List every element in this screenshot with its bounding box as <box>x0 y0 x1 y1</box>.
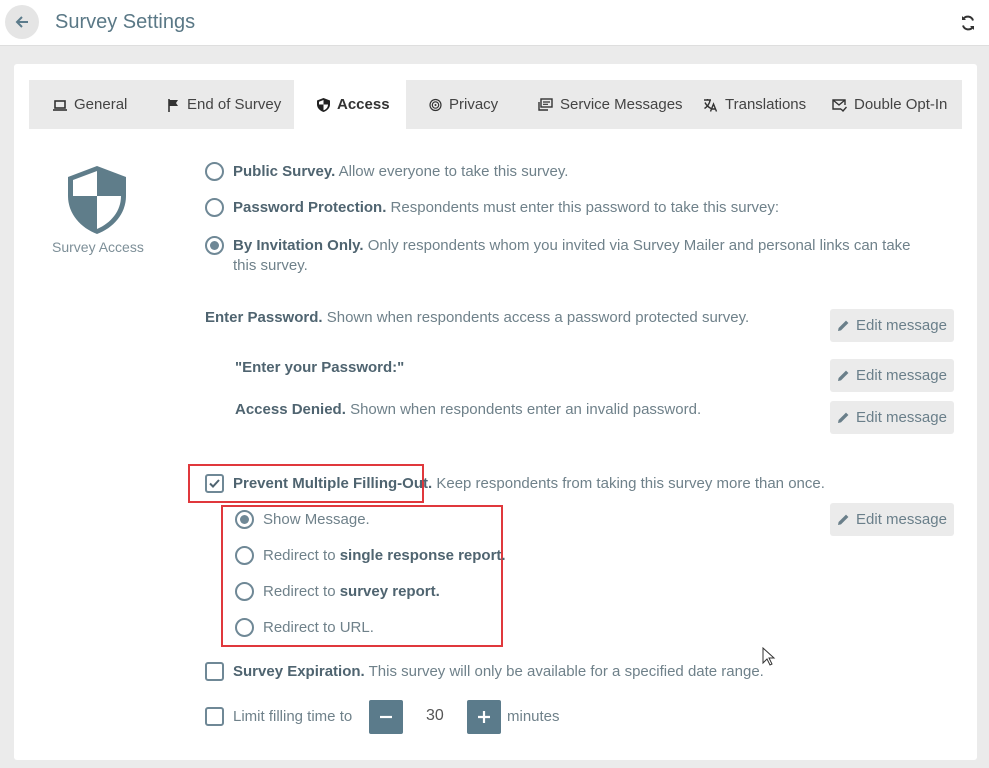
option-title: By Invitation Only. <box>233 237 364 254</box>
tab-label: General <box>74 96 128 113</box>
redirect-url-radio[interactable] <box>235 618 254 637</box>
edit-enter-password-message-button[interactable]: Edit message <box>830 309 954 342</box>
section-label: Survey Access <box>52 239 144 255</box>
option-desc: This survey will only be available for a… <box>368 663 764 680</box>
invitation-only-radio[interactable] <box>205 236 224 255</box>
public-survey-radio[interactable] <box>205 162 224 181</box>
page-title: Survey Settings <box>55 11 196 33</box>
message-icon <box>538 97 553 111</box>
edit-prevent-multiple-message-button[interactable]: Edit message <box>830 503 954 536</box>
message-desc: Shown when respondents enter an invalid … <box>350 401 702 418</box>
tab-label: Service Messages <box>560 96 683 113</box>
tab-general[interactable]: General <box>53 80 127 129</box>
pencil-icon <box>838 320 849 331</box>
shield-icon <box>317 97 330 112</box>
increment-button[interactable] <box>467 700 501 734</box>
prevent-multiple-option: Prevent Multiple Filling-Out. Keep respo… <box>233 474 825 494</box>
decrement-button[interactable] <box>369 700 403 734</box>
survey-expiration-checkbox[interactable] <box>205 662 224 681</box>
laptop-icon <box>53 99 67 111</box>
refresh-button[interactable] <box>956 11 980 35</box>
prevent-multiple-checkbox[interactable] <box>205 474 224 493</box>
mouse-cursor-icon <box>762 647 776 666</box>
button-label: Edit message <box>856 367 947 384</box>
access-denied-message: Access Denied. Shown when respondents en… <box>235 400 701 420</box>
refresh-icon <box>962 15 974 31</box>
translate-icon <box>704 98 718 112</box>
button-label: Edit message <box>856 317 947 334</box>
tab-double-opt-in[interactable]: Double Opt-In <box>832 80 947 129</box>
plus-icon <box>478 711 490 723</box>
invitation-only-option: By Invitation Only. Only respondents who… <box>233 236 933 276</box>
single-report-option: Redirect to single response report. <box>263 546 506 566</box>
tab-label: Double Opt-In <box>854 96 948 113</box>
option-prefix: Redirect to <box>263 547 336 564</box>
option-title: Password Protection. <box>233 199 387 216</box>
option-desc: Keep respondents from taking this survey… <box>436 475 825 492</box>
password-prompt-text: "Enter your Password:" <box>235 358 404 378</box>
option-title: Prevent Multiple Filling-Out. <box>233 475 433 492</box>
survey-report-option: Redirect to survey report. <box>263 582 440 602</box>
minus-icon <box>380 715 392 719</box>
fingerprint-icon <box>429 98 442 111</box>
top-bar: Survey Settings <box>0 0 989 46</box>
password-protection-option: Password Protection. Respondents must en… <box>233 198 779 218</box>
enter-password-message: Enter Password. Shown when respondents a… <box>205 308 749 328</box>
edit-access-denied-message-button[interactable]: Edit message <box>830 401 954 434</box>
time-limit-unit: minutes <box>507 708 560 725</box>
tab-label: Access <box>337 96 390 113</box>
message-title: Enter Password. <box>205 309 323 326</box>
button-label: Edit message <box>856 409 947 426</box>
message-desc: Shown when respondents access a password… <box>326 309 750 326</box>
tab-access[interactable]: Access <box>294 80 406 129</box>
survey-expiration-option: Survey Expiration. This survey will only… <box>233 662 764 682</box>
time-limit-label: Limit filling time to <box>233 708 353 725</box>
pencil-icon <box>838 412 849 423</box>
option-target: survey report. <box>339 583 440 600</box>
checkmark-icon <box>209 479 220 488</box>
tab-label: Privacy <box>449 96 499 113</box>
tab-translations[interactable]: Translations <box>703 80 806 129</box>
redirect-url-option: Redirect to URL. <box>263 619 374 636</box>
tab-privacy[interactable]: Privacy <box>429 80 498 129</box>
back-button[interactable] <box>5 5 39 39</box>
prompt-text: "Enter your Password:" <box>235 359 405 376</box>
tab-service-messages[interactable]: Service Messages <box>538 80 683 129</box>
survey-report-radio[interactable] <box>235 582 254 601</box>
message-title: Access Denied. <box>235 401 346 418</box>
arrow-left-icon <box>15 16 28 28</box>
survey-access-shield-icon <box>66 165 128 235</box>
tab-label: Translations <box>725 96 807 113</box>
public-survey-option: Public Survey. Allow everyone to take th… <box>233 162 568 182</box>
time-limit-value[interactable]: 30 <box>426 707 444 725</box>
show-message-radio[interactable] <box>235 510 254 529</box>
show-message-option: Show Message. <box>263 511 370 528</box>
single-report-radio[interactable] <box>235 546 254 565</box>
option-desc: Respondents must enter this password to … <box>390 199 780 216</box>
option-desc: Allow everyone to take this survey. <box>338 163 569 180</box>
button-label: Edit message <box>856 511 947 528</box>
flag-icon <box>168 98 178 112</box>
password-protection-radio[interactable] <box>205 198 224 217</box>
pencil-icon <box>838 370 849 381</box>
option-prefix: Redirect to <box>263 583 336 600</box>
tab-bar: General End of Survey Access Privacy Ser… <box>29 80 962 129</box>
time-limit-checkbox[interactable] <box>205 707 224 726</box>
pencil-icon <box>838 514 849 525</box>
option-title: Public Survey. <box>233 163 336 180</box>
option-target: single response report. <box>339 547 506 564</box>
tab-label: End of Survey <box>187 96 282 113</box>
tab-end-of-survey[interactable]: End of Survey <box>167 80 281 129</box>
mail-check-icon <box>832 98 847 112</box>
option-title: Survey Expiration. <box>233 663 365 680</box>
edit-password-prompt-button[interactable]: Edit message <box>830 359 954 392</box>
